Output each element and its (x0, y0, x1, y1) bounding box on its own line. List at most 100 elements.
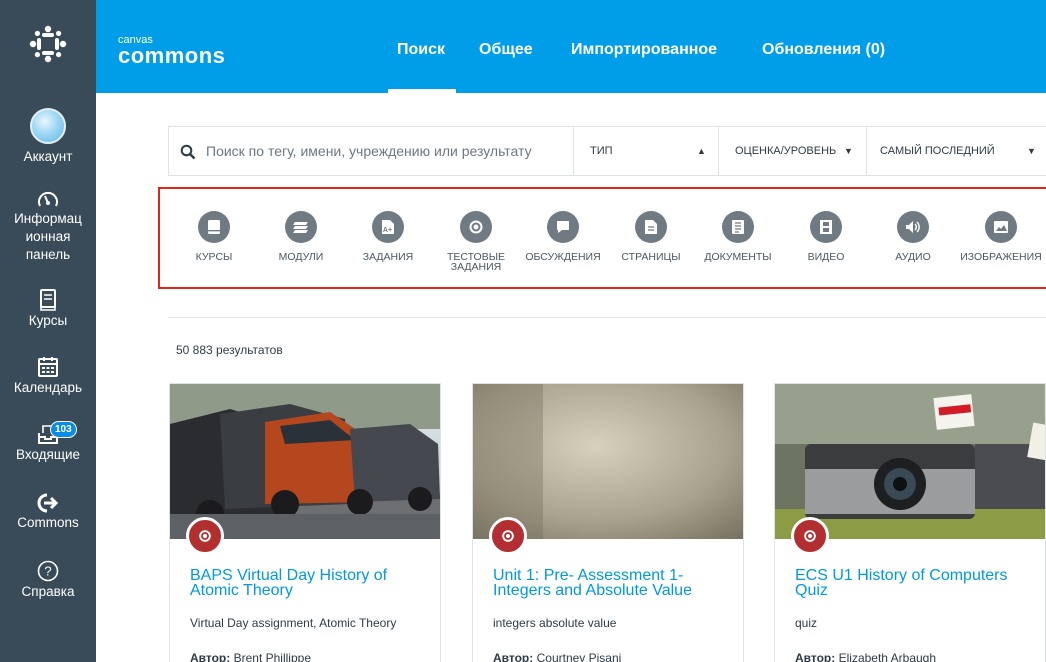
author-label: Автор: (493, 651, 534, 662)
search-input[interactable]: Поиск по тегу, имени, учреждению или рез… (206, 143, 532, 159)
nav-calendar[interactable]: Календарь (0, 356, 96, 397)
type-discussions[interactable]: ОБСУЖДЕНИЯ (518, 211, 608, 262)
camera-photo (775, 384, 1045, 539)
svg-text:?: ? (44, 564, 51, 579)
type-label: АУДИО (895, 251, 931, 263)
card-author: Автор: Courtney Pisani (493, 651, 621, 662)
nav-dashboard[interactable]: Информац ионная панель (0, 189, 96, 264)
quiz-icon (199, 530, 211, 542)
divider (168, 317, 1046, 318)
tab-shared[interactable]: Общее (479, 41, 533, 59)
author-label: Автор: (190, 651, 231, 662)
nav-commons-label: Commons (17, 515, 79, 530)
nav-help[interactable]: ? Справка (0, 560, 96, 601)
filter-divider (573, 127, 574, 175)
type-audio[interactable]: АУДИО (868, 211, 958, 262)
nav-calendar-label: Календарь (13, 380, 83, 395)
sort-select[interactable]: САМЫЙ ПОСЛЕДНИЙ (880, 145, 995, 157)
canvas-logo-icon[interactable] (28, 24, 68, 64)
assignment-icon: A+ (382, 220, 394, 234)
author-name: Brent Phillippe (233, 651, 311, 662)
quiz-badge (489, 517, 527, 555)
app-root: Аккаунт Информац ионная панель Курсы Кал… (0, 0, 1046, 662)
type-courses[interactable]: КУРСЫ (169, 211, 259, 262)
course-icon (208, 220, 220, 234)
card-title[interactable]: Unit 1: Pre- Assessment 1- Integers and … (493, 568, 733, 599)
nav-courses[interactable]: Курсы (0, 289, 96, 330)
nav-dashboard-label-1: Информац (14, 211, 82, 226)
calendar-icon (38, 357, 58, 377)
type-quizzes[interactable]: ТЕСТОВЫЕ ЗАДАНИЯ (431, 211, 521, 272)
tab-search[interactable]: Поиск (387, 41, 457, 93)
type-caret-icon[interactable]: ▲ (697, 146, 706, 156)
nav-account-label: Аккаунт (23, 149, 73, 164)
results-count: 50 883 результатов (176, 343, 283, 357)
type-label: ТЕСТОВЫЕ ЗАДАНИЯ (446, 251, 506, 273)
type-pages[interactable]: СТРАНИЦЫ (606, 211, 696, 262)
type-label: КУРСЫ (195, 251, 233, 263)
grade-select[interactable]: ОЦЕНКА/УРОВЕНЬ (735, 145, 836, 157)
type-label: СТРАНИЦЫ (621, 251, 681, 263)
global-nav: Аккаунт Информац ионная панель Курсы Кал… (0, 0, 96, 662)
card-title[interactable]: ECS U1 History of Computers Quiz (795, 568, 1035, 599)
type-assignments[interactable]: A+ ЗАДАНИЯ (343, 211, 433, 262)
type-label: ВИДЕО (807, 251, 845, 263)
nav-account[interactable]: Аккаунт (0, 108, 96, 166)
resource-card[interactable]: ECS U1 History of Computers Quiz quiz Ав… (774, 383, 1046, 662)
card-author: Автор: Elizabeth Arbaugh (795, 651, 936, 662)
image-icon (994, 221, 1008, 233)
avatar (30, 108, 66, 144)
courses-icon (40, 289, 56, 311)
filter-bar: Поиск по тегу, имени, учреждению или рез… (168, 126, 1046, 176)
resource-card[interactable]: Unit 1: Pre- Assessment 1- Integers and … (472, 383, 744, 662)
modules-icon (293, 222, 308, 233)
dashboard-icon (38, 191, 58, 207)
type-modules[interactable]: МОДУЛИ (256, 211, 346, 262)
commons-header: canvas commons Поиск Общее Импортированн… (96, 0, 1046, 93)
commons-icon (37, 493, 59, 513)
type-images[interactable]: ИЗОБРАЖЕНИЯ (956, 211, 1046, 262)
tab-imported[interactable]: Импортированное (571, 41, 717, 59)
nav-inbox[interactable]: 103 Входящие (0, 421, 96, 464)
card-description: quiz (795, 616, 818, 630)
nav-commons[interactable]: Commons (0, 493, 96, 532)
brand-logo[interactable]: commons (118, 44, 225, 68)
quiz-icon (804, 530, 816, 542)
quiz-icon (469, 220, 483, 234)
search-icon (180, 144, 196, 160)
page-icon (645, 220, 657, 234)
tab-updates[interactable]: Обновления (0) (762, 41, 885, 59)
texture-photo (473, 384, 743, 539)
type-documents[interactable]: ДОКУМЕНТЫ (693, 211, 783, 262)
video-icon (820, 220, 832, 234)
cars-photo (170, 384, 440, 539)
type-label: ОБСУЖДЕНИЯ (525, 251, 601, 263)
type-select[interactable]: ТИП (590, 145, 613, 157)
document-icon (732, 220, 744, 234)
card-description: integers absolute value (493, 616, 617, 630)
nav-help-label: Справка (21, 584, 75, 599)
resource-card[interactable]: BAPS Virtual Day History of Atomic Theor… (169, 383, 441, 662)
type-label: МОДУЛИ (278, 251, 324, 263)
inbox-badge: 103 (50, 421, 77, 438)
quiz-icon (502, 530, 514, 542)
author-name: Courtney Pisani (536, 651, 622, 662)
discussion-icon (557, 221, 569, 233)
type-video[interactable]: ВИДЕО (781, 211, 871, 262)
nav-inbox-label: Входящие (15, 447, 80, 462)
card-title[interactable]: BAPS Virtual Day History of Atomic Theor… (190, 568, 430, 599)
grade-caret-icon[interactable]: ▼ (844, 146, 853, 156)
filter-divider (718, 127, 719, 175)
type-filter-row: КУРСЫ МОДУЛИ A+ ЗАДАНИЯ ТЕСТОВЫЕ ЗАДАНИЯ… (158, 187, 1046, 289)
sort-caret-icon[interactable]: ▼ (1027, 146, 1036, 156)
card-description: Virtual Day assignment, Atomic Theory (190, 616, 397, 630)
card-author: Автор: Brent Phillippe (190, 651, 311, 662)
help-icon: ? (37, 560, 59, 582)
nav-courses-label: Курсы (28, 313, 68, 328)
nav-dashboard-label-3: панель (25, 247, 71, 262)
quiz-badge (186, 517, 224, 555)
audio-icon (906, 221, 920, 233)
nav-dashboard-label-2: ионная (25, 229, 71, 244)
author-label: Автор: (795, 651, 836, 662)
quiz-badge (791, 517, 829, 555)
